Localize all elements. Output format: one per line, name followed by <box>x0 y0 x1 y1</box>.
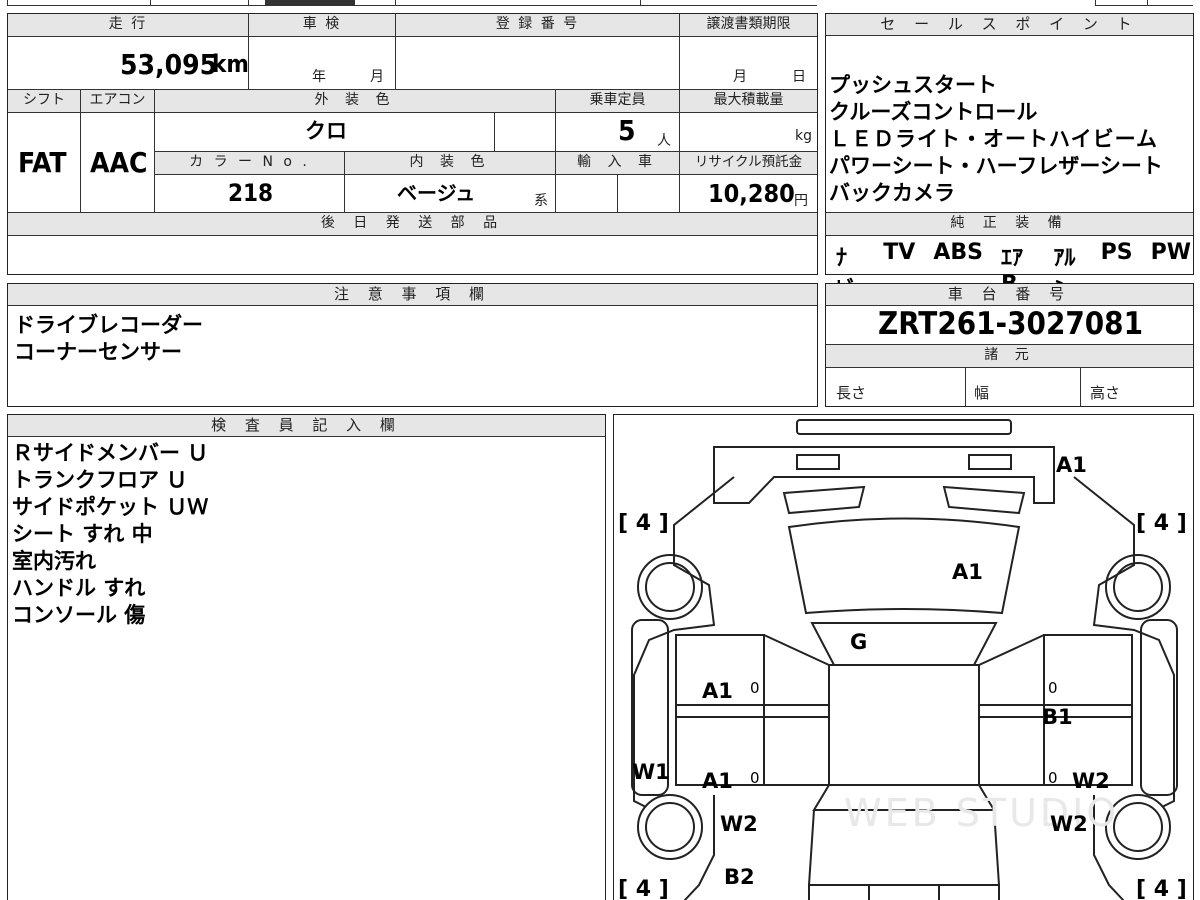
inspector-item-4: シート すれ 中 <box>12 522 153 546</box>
genuine-equipment-header: 純 正 装 備 <box>826 213 1193 235</box>
mark-rear-glass: A1 <box>952 560 983 584</box>
interior-header: 内 装 色 <box>345 152 555 174</box>
transfer-day: 日 <box>792 69 806 85</box>
zero-right-rear: 0 <box>1048 679 1058 697</box>
zero-left-front: 0 <box>750 769 760 787</box>
inspector-item-5: 室内汚れ <box>12 549 96 573</box>
height-label: 高さ <box>1090 384 1121 402</box>
notes-header: 注 意 事 項 欄 <box>8 284 817 306</box>
width-label: 幅 <box>974 384 990 402</box>
spec-header: 諸 元 <box>826 345 1193 367</box>
genuine-item-alloy: ｱﾙﾐ <box>1053 246 1076 303</box>
mark-left-rear-door: A1 <box>702 679 733 703</box>
mileage-value: 53,095 <box>120 48 218 81</box>
import-header: 輸 入 車 <box>556 152 679 174</box>
genuine-equipment-list: ﾅﾋﾞ TV ABS ｴｱB ｱﾙﾐ PS PW <box>836 240 1191 303</box>
tire-front-left: [ 4 ] <box>618 877 669 900</box>
exterior-header: 外 装 色 <box>155 90 555 112</box>
inspector-header: 検 査 員 記 入 欄 <box>8 415 605 437</box>
inspector-item-2: トランクフロア Ｕ <box>12 468 188 492</box>
genuine-item-pw: PW <box>1150 240 1191 265</box>
inspector-item-3: サイドポケット ＵＷ <box>12 495 209 519</box>
exterior-color-value: クロ <box>305 119 347 143</box>
tire-rear-left: [ 4 ] <box>618 511 669 536</box>
recycle-header: リサイクル預託金 <box>680 152 817 174</box>
chassis-header: 車 台 番 号 <box>826 284 1193 306</box>
transfer-deadline-header: 譲渡書類期限 <box>680 14 817 36</box>
mileage-header: 走 行 <box>8 14 248 36</box>
mark-front-left: B2 <box>724 865 755 889</box>
ac-value: AAC <box>90 146 148 179</box>
color-no-header: カ ラ ー N o . <box>155 152 344 174</box>
shaken-header: 車 検 <box>249 14 395 36</box>
genuine-item-ps: PS <box>1100 240 1133 265</box>
tire-rear-right: [ 4 ] <box>1136 511 1187 536</box>
sales-item-4: パワーシート・ハーフレザーシート <box>829 154 1163 178</box>
sales-item-1: プッシュスタート <box>829 73 997 97</box>
top-cut-strip <box>0 0 1200 6</box>
load-unit: kg <box>795 128 812 144</box>
chassis-number: ZRT261-3027081 <box>878 306 1143 342</box>
mark-left-front-door: A1 <box>702 769 733 793</box>
genuine-item-navi: ﾅﾋﾞ <box>836 246 858 303</box>
mark-left-rocker: W1 <box>632 760 670 784</box>
interior-suffix: 系 <box>534 193 548 209</box>
length-label: 長さ <box>836 384 867 402</box>
tire-front-right: [ 4 ] <box>1136 877 1187 900</box>
mark-left-front-fender: W2 <box>720 812 758 836</box>
mark-right-front-fender: W2 <box>1050 812 1088 836</box>
car-diagram-box: WEB STUDIO [ 4 ] [ 4 ] [ 4 ] [ 4 ] A1 A1… <box>613 414 1194 900</box>
genuine-item-airbag: ｴｱB <box>1000 246 1023 297</box>
notes-item-2: コーナーセンサー <box>14 340 182 364</box>
sales-point-header: セ ー ル ス ポ イ ン ト <box>826 14 1193 36</box>
inspector-item-1: Ｒサイドメンバー Ｕ <box>12 441 209 465</box>
mark-trunk: A1 <box>1056 453 1087 477</box>
transfer-month: 月 <box>733 69 747 85</box>
capacity-unit: 人 <box>657 133 671 149</box>
recycle-value: 10,280 <box>708 179 795 208</box>
mark-right-rear-door: B1 <box>1042 705 1073 729</box>
load-header: 最大積載量 <box>680 90 817 112</box>
ac-header: エアコン <box>81 90 154 112</box>
zero-left-rear: 0 <box>750 679 760 697</box>
mark-roof: G <box>850 630 868 654</box>
zero-right-front: 0 <box>1048 769 1058 787</box>
mileage-unit: km <box>212 50 249 78</box>
notes-item-1: ドライブレコーダー <box>14 313 203 337</box>
shift-header: シフト <box>8 90 80 112</box>
recycle-unit: 円 <box>794 193 808 209</box>
mark-right-front-door: W2 <box>1072 769 1110 793</box>
inspector-item-6: ハンドル すれ <box>12 576 146 600</box>
shift-value: FAT <box>18 146 67 179</box>
interior-color-value: ベージュ <box>397 181 476 205</box>
capacity-value: 5 <box>618 114 636 147</box>
capacity-header: 乗車定員 <box>556 90 679 112</box>
shaken-month: 月 <box>370 69 384 85</box>
sales-item-5: バックカメラ <box>829 181 955 205</box>
shaken-year: 年 <box>312 69 326 85</box>
color-no-value: 218 <box>228 179 274 207</box>
genuine-item-tv: TV <box>883 240 916 265</box>
genuine-item-abs: ABS <box>933 240 983 265</box>
sales-item-2: クルーズコントロール <box>829 100 1038 124</box>
inspector-item-7: コンソール 傷 <box>12 603 146 627</box>
registration-header: 登 録 番 号 <box>396 14 679 36</box>
later-parts-header: 後 日 発 送 部 品 <box>8 213 817 235</box>
sales-item-3: ＬＥＤライト・オートハイビーム <box>829 127 1158 151</box>
